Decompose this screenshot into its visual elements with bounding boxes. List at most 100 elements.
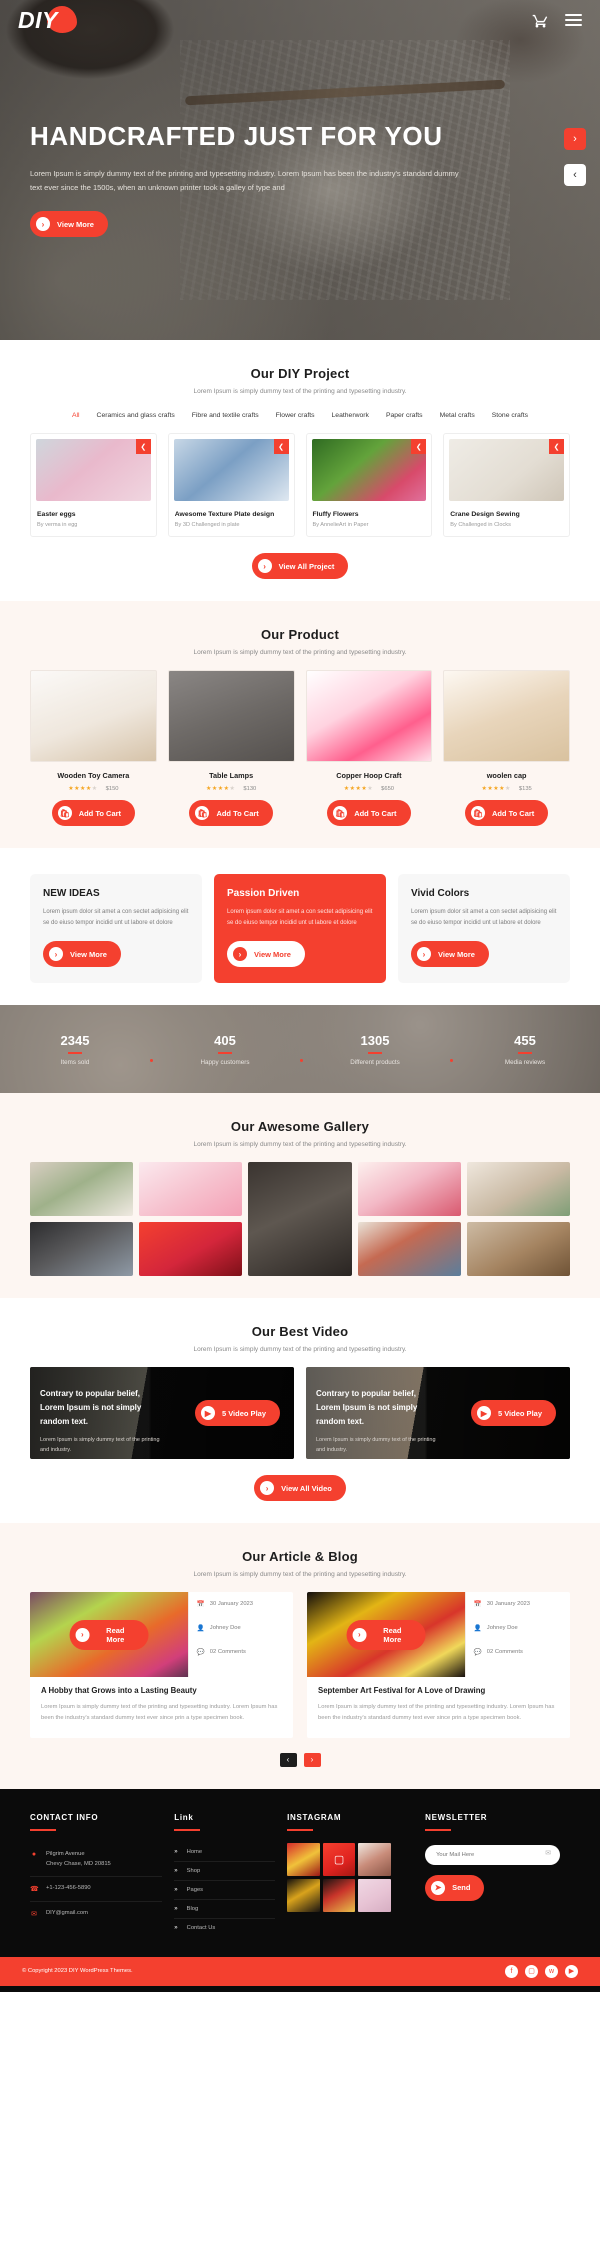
video-card[interactable]: Contrary to popular belief, Lorem Ipsum … bbox=[306, 1367, 570, 1460]
pagination-prev-button[interactable]: ‹ bbox=[279, 1752, 297, 1767]
project-card[interactable]: ❮ Fluffy Flowers By AnnelieArt in Paper bbox=[305, 433, 433, 537]
instagram-thumbnail[interactable] bbox=[287, 1878, 320, 1912]
view-all-videos-button[interactable]: › View All Video bbox=[254, 1475, 346, 1502]
video-title: Our Best Video bbox=[251, 1324, 349, 1340]
blog-date-row: 📅 30 January 2023 bbox=[189, 1592, 293, 1616]
feature-view-more-button[interactable]: › View More bbox=[227, 941, 305, 968]
filter-stone[interactable]: Stone crafts bbox=[492, 412, 528, 419]
pagination-next-button[interactable]: › bbox=[303, 1752, 321, 1767]
blog-post-title[interactable]: A Hobby that Grows into a Lasting Beauty bbox=[41, 1686, 282, 1695]
hero-prev-slide-button[interactable]: ‹ bbox=[564, 164, 586, 186]
facebook-icon[interactable]: f bbox=[505, 1964, 518, 1978]
product-image bbox=[443, 670, 570, 762]
video-play-button[interactable]: ▶ 5 Video Play bbox=[470, 1400, 556, 1427]
footer-phone-row[interactable]: ☎ +1-123-456-5890 bbox=[30, 1877, 163, 1903]
share-icon[interactable]: ❮ bbox=[411, 439, 427, 454]
product-card[interactable]: Table Lamps ★★★★★ $130 🛍 Add To Cart bbox=[167, 670, 295, 826]
footer-link-pages[interactable]: » Pages bbox=[174, 1881, 276, 1900]
blog-post-title[interactable]: September Art Festival for A Love of Dra… bbox=[318, 1686, 559, 1695]
product-price: $650 bbox=[381, 785, 395, 792]
blog-pagination: ‹ › bbox=[30, 1752, 570, 1767]
gallery-item[interactable] bbox=[466, 1222, 570, 1277]
shopping-cart-icon[interactable] bbox=[532, 12, 549, 29]
footer-link-shop[interactable]: » Shop bbox=[174, 1862, 276, 1881]
youtube-icon[interactable]: ▶ bbox=[565, 1964, 578, 1978]
project-card[interactable]: ❮ Easter eggs By verma in egg bbox=[30, 433, 157, 537]
video-card[interactable]: Contrary to popular belief, Lorem Ipsum … bbox=[30, 1367, 294, 1460]
project-card[interactable]: ❮ Awesome Texture Plate design By 3D Cha… bbox=[167, 433, 295, 537]
header-actions bbox=[532, 11, 582, 29]
add-to-cart-button[interactable]: 🛍 Add To Cart bbox=[189, 800, 273, 826]
blog-read-more-button[interactable]: › Read More bbox=[346, 1619, 426, 1650]
hero-view-more-button[interactable]: › View More bbox=[30, 211, 108, 238]
gallery-item-featured[interactable] bbox=[248, 1162, 352, 1277]
gallery-grid bbox=[30, 1162, 570, 1277]
share-icon[interactable]: ❮ bbox=[549, 439, 564, 454]
filter-flower[interactable]: Flower crafts bbox=[276, 412, 315, 419]
instagram-thumbnail[interactable] bbox=[287, 1842, 320, 1876]
share-icon[interactable]: ❮ bbox=[135, 439, 151, 454]
hero-view-more-label: View More bbox=[57, 219, 94, 229]
blog-comments: 02 Comments bbox=[209, 1649, 246, 1656]
gallery-item[interactable] bbox=[139, 1162, 243, 1217]
footer-link-home[interactable]: » Home bbox=[174, 1843, 276, 1862]
video-text: Contrary to popular belief, Lorem Ipsum … bbox=[40, 1387, 165, 1456]
stat-label: Media reviews bbox=[504, 1058, 546, 1066]
instagram-thumbnail[interactable] bbox=[358, 1878, 392, 1912]
double-chevron-right-icon: » bbox=[174, 1905, 178, 1912]
projects-filter-list: All Ceramics and glass crafts Fibre and … bbox=[0, 412, 600, 419]
instagram-icon[interactable]: ▢ bbox=[525, 1964, 538, 1978]
gallery-item[interactable] bbox=[466, 1162, 570, 1217]
product-card[interactable]: Copper Hoop Craft ★★★★★ $650 🛍 Add To Ca… bbox=[305, 670, 433, 826]
project-card[interactable]: ❮ Crane Design Sewing By Challenged in C… bbox=[443, 433, 570, 537]
twitter-icon[interactable]: w bbox=[545, 1964, 558, 1978]
instagram-thumbnail[interactable] bbox=[322, 1878, 356, 1912]
filter-ceramics-glass[interactable]: Ceramics and glass crafts bbox=[97, 412, 175, 419]
instagram-thumbnail[interactable] bbox=[358, 1842, 392, 1876]
video-play-button[interactable]: ▶ 5 Video Play bbox=[194, 1400, 280, 1427]
hero-banner: DIY HANDCRAFTED JUST FOR YOU Lorem Ipsum… bbox=[0, 0, 600, 340]
blog-card[interactable]: › Read More 📅 30 January 2023 👤 Johney D… bbox=[307, 1592, 570, 1738]
newsletter-send-button[interactable]: ➤ Send bbox=[425, 1874, 485, 1901]
blog-read-more-button[interactable]: › Read More bbox=[69, 1619, 149, 1650]
add-to-cart-button[interactable]: 🛍 Add To Cart bbox=[327, 800, 411, 826]
footer-link-contact-us[interactable]: » Contact Us bbox=[174, 1919, 275, 1937]
chevron-right-icon: › bbox=[260, 1481, 275, 1496]
footer-link-blog[interactable]: » Blog bbox=[174, 1900, 276, 1919]
add-to-cart-button[interactable]: 🛍 Add To Cart bbox=[51, 800, 136, 826]
blog-author: Johney Doe bbox=[209, 1625, 241, 1632]
product-card[interactable]: woolen cap ★★★★★ $135 🛍 Add To Cart bbox=[443, 670, 570, 826]
share-icon[interactable]: ❮ bbox=[273, 439, 289, 454]
footer-heading-underline bbox=[425, 1828, 452, 1831]
video-description: Lorem Ipsum is simply dummy text of the … bbox=[316, 1437, 436, 1454]
gallery-item[interactable] bbox=[357, 1162, 461, 1217]
gallery-item[interactable] bbox=[139, 1222, 243, 1277]
add-to-cart-button[interactable]: 🛍 Add To Cart bbox=[464, 800, 549, 826]
gallery-item[interactable] bbox=[30, 1162, 134, 1217]
gallery-item[interactable] bbox=[30, 1222, 134, 1277]
blog-section: Our Article & Blog Lorem Ipsum is simply… bbox=[0, 1523, 600, 1789]
footer-email-row[interactable]: ✉ DIY@gmail.com bbox=[30, 1902, 162, 1926]
filter-all[interactable]: All bbox=[72, 412, 80, 419]
blog-card[interactable]: › Read More 📅 30 January 2023 👤 Johney D… bbox=[30, 1592, 293, 1738]
gallery-item[interactable] bbox=[357, 1222, 461, 1277]
filter-leatherwork[interactable]: Leatherwork bbox=[332, 412, 369, 419]
gallery-section: Our Awesome Gallery Lorem Ipsum is simpl… bbox=[0, 1093, 600, 1299]
footer-email: DIY@gmail.com bbox=[46, 1910, 88, 1917]
basket-icon: 🛍 bbox=[333, 806, 348, 820]
instagram-thumbnail[interactable]: ▢ bbox=[322, 1842, 356, 1876]
product-card[interactable]: Wooden Toy Camera ★★★★★ $150 🛍 Add To Ca… bbox=[30, 670, 157, 826]
hamburger-menu-icon[interactable] bbox=[565, 11, 582, 29]
view-all-projects-button[interactable]: › View All Project bbox=[251, 553, 349, 579]
site-logo[interactable]: DIY bbox=[18, 5, 77, 34]
filter-metal[interactable]: Metal crafts bbox=[440, 412, 475, 419]
feature-card-new-ideas: NEW IDEAS Lorem ipsum dolor sit amet a c… bbox=[30, 874, 202, 984]
filter-paper[interactable]: Paper crafts bbox=[386, 412, 423, 419]
newsletter-email-input[interactable] bbox=[425, 1844, 561, 1865]
hero-next-slide-button[interactable]: › bbox=[564, 128, 586, 150]
feature-view-more-button[interactable]: › View More bbox=[411, 941, 489, 968]
feature-view-more-button[interactable]: › View More bbox=[43, 941, 121, 968]
blog-comments-row: 💬 02 Comments bbox=[189, 1640, 293, 1664]
filter-fibre-textile[interactable]: Fibre and textile crafts bbox=[192, 412, 259, 419]
product-rating: ★★★★★ bbox=[68, 786, 98, 792]
